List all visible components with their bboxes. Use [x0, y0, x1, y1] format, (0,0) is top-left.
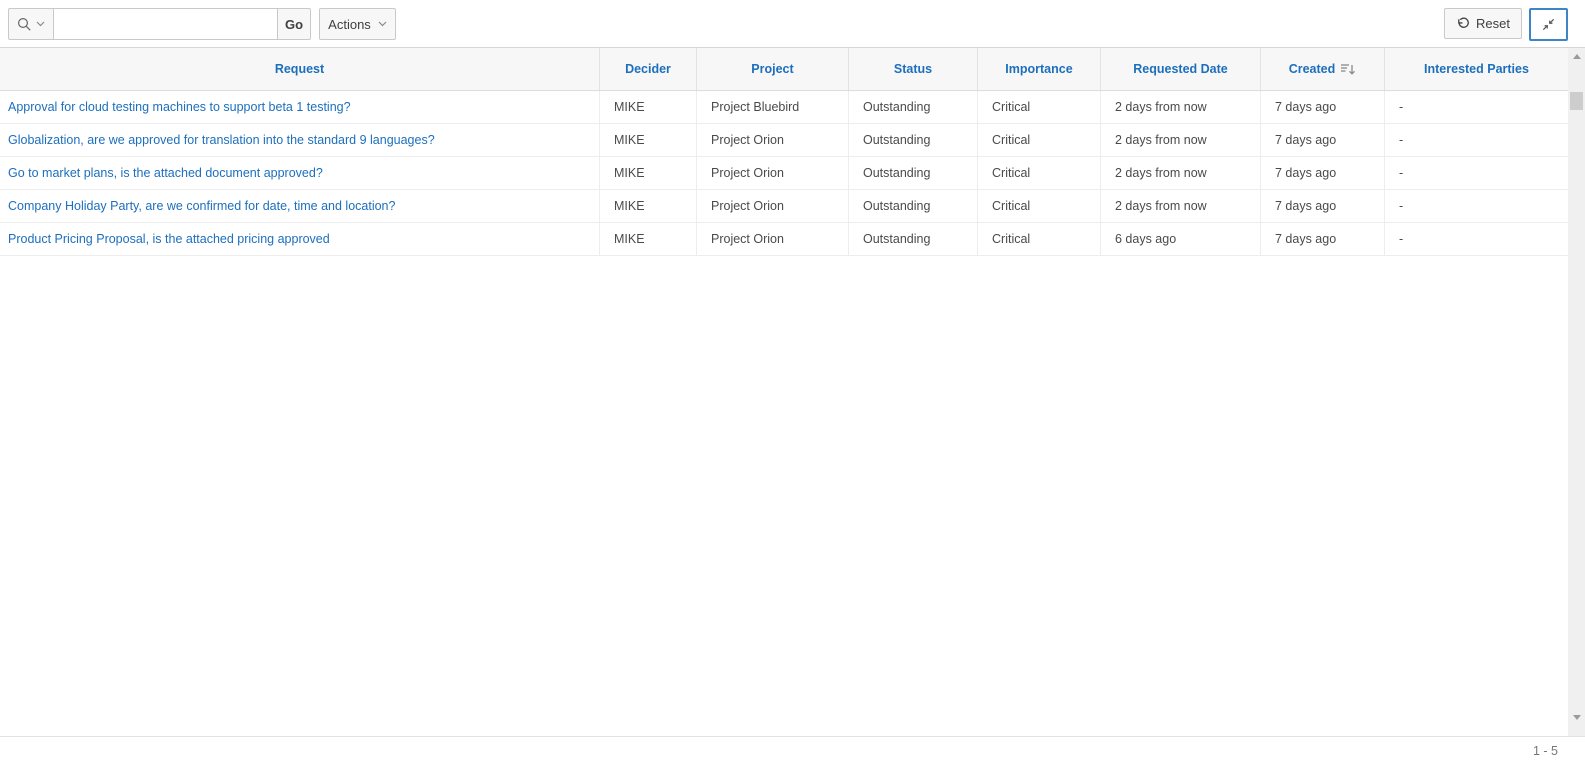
cell-requested_date: 2 days from now — [1101, 157, 1261, 190]
column-header-label: Status — [894, 62, 932, 76]
cell-interested_parties: - — [1385, 91, 1568, 124]
cell-project: Project Orion — [697, 190, 849, 223]
cell-created: 7 days ago — [1261, 190, 1385, 223]
table-body: Approval for cloud testing machines to s… — [0, 91, 1568, 256]
search-column-select-button[interactable] — [8, 8, 54, 40]
table-row: Company Holiday Party, are we confirmed … — [0, 190, 1568, 223]
column-header-created[interactable]: Created — [1261, 48, 1385, 90]
column-header-status[interactable]: Status — [849, 48, 978, 90]
cell-request: Globalization, are we approved for trans… — [0, 124, 600, 157]
cell-request: Company Holiday Party, are we confirmed … — [0, 190, 600, 223]
request-link[interactable]: Globalization, are we approved for trans… — [8, 133, 435, 147]
toolbar-right-group: Reset — [1444, 8, 1568, 41]
request-link[interactable]: Go to market plans, is the attached docu… — [8, 166, 323, 180]
column-header-label: Importance — [1005, 62, 1072, 76]
cell-created: 7 days ago — [1261, 124, 1385, 157]
cell-decider: MIKE — [600, 190, 697, 223]
request-link[interactable]: Company Holiday Party, are we confirmed … — [8, 199, 395, 213]
go-button[interactable]: Go — [277, 8, 311, 40]
cell-importance: Critical — [978, 157, 1101, 190]
column-header-label: Request — [275, 62, 324, 76]
table-row: Globalization, are we approved for trans… — [0, 124, 1568, 157]
scroll-down-arrow[interactable] — [1568, 709, 1585, 726]
column-header-requested_date[interactable]: Requested Date — [1101, 48, 1261, 90]
actions-button-label: Actions — [328, 17, 371, 32]
cell-requested_date: 2 days from now — [1101, 190, 1261, 223]
column-header-label: Decider — [625, 62, 671, 76]
cell-importance: Critical — [978, 91, 1101, 124]
column-header-label: Created — [1289, 62, 1336, 76]
search-input[interactable] — [54, 8, 278, 40]
cell-decider: MIKE — [600, 223, 697, 256]
cell-requested_date: 2 days from now — [1101, 91, 1261, 124]
chevron-down-icon — [378, 21, 387, 27]
cell-importance: Critical — [978, 223, 1101, 256]
request-link[interactable]: Approval for cloud testing machines to s… — [8, 100, 351, 114]
collapse-icon — [1541, 17, 1556, 32]
reset-button[interactable]: Reset — [1444, 8, 1522, 39]
restore-region-button[interactable] — [1529, 8, 1568, 41]
cell-importance: Critical — [978, 190, 1101, 223]
table-row: Go to market plans, is the attached docu… — [0, 157, 1568, 190]
cell-requested_date: 2 days from now — [1101, 124, 1261, 157]
table-row: Approval for cloud testing machines to s… — [0, 91, 1568, 124]
column-header-decider[interactable]: Decider — [600, 48, 697, 90]
cell-interested_parties: - — [1385, 190, 1568, 223]
cell-interested_parties: - — [1385, 157, 1568, 190]
scrollbar-thumb[interactable] — [1570, 92, 1583, 110]
column-header-interested_parties[interactable]: Interested Parties — [1385, 48, 1568, 90]
scroll-up-arrow[interactable] — [1568, 48, 1585, 65]
cell-interested_parties: - — [1385, 223, 1568, 256]
cell-interested_parties: - — [1385, 124, 1568, 157]
cell-decider: MIKE — [600, 91, 697, 124]
cell-project: Project Orion — [697, 157, 849, 190]
reset-button-label: Reset — [1476, 16, 1510, 31]
interactive-report-page: Go Actions Reset — [0, 0, 1585, 774]
report-footer: 1 - 5 — [0, 736, 1585, 774]
column-header-label: Project — [751, 62, 793, 76]
report-table: Request Decider Project Status Importance Req… — [0, 48, 1568, 256]
cell-decider: MIKE — [600, 124, 697, 157]
request-link[interactable]: Product Pricing Proposal, is the attache… — [8, 232, 330, 246]
cell-status: Outstanding — [849, 124, 978, 157]
column-header-label: Requested Date — [1133, 62, 1227, 76]
cell-importance: Critical — [978, 124, 1101, 157]
cell-request: Approval for cloud testing machines to s… — [0, 91, 600, 124]
actions-button[interactable]: Actions — [319, 8, 396, 40]
column-header-label: Interested Parties — [1424, 62, 1529, 76]
cell-project: Project Orion — [697, 124, 849, 157]
table-header-row: Request Decider Project Status Importance Req… — [0, 48, 1568, 91]
column-header-request[interactable]: Request — [0, 48, 600, 90]
magnifier-icon — [17, 17, 32, 32]
column-header-importance[interactable]: Importance — [978, 48, 1101, 90]
reset-icon — [1456, 17, 1470, 31]
search-toolbar: Go Actions Reset — [0, 0, 1585, 48]
cell-status: Outstanding — [849, 157, 978, 190]
vertical-scrollbar[interactable] — [1568, 48, 1585, 736]
cell-project: Project Orion — [697, 223, 849, 256]
cell-request: Go to market plans, is the attached docu… — [0, 157, 600, 190]
sort-descending-icon — [1340, 62, 1356, 76]
cell-created: 7 days ago — [1261, 223, 1385, 256]
search-group: Go — [8, 8, 311, 40]
column-header-project[interactable]: Project — [697, 48, 849, 90]
cell-created: 7 days ago — [1261, 91, 1385, 124]
cell-status: Outstanding — [849, 91, 978, 124]
cell-created: 7 days ago — [1261, 157, 1385, 190]
pagination-label: 1 - 5 — [1533, 744, 1558, 758]
cell-request: Product Pricing Proposal, is the attache… — [0, 223, 600, 256]
cell-status: Outstanding — [849, 190, 978, 223]
cell-requested_date: 6 days ago — [1101, 223, 1261, 256]
cell-status: Outstanding — [849, 223, 978, 256]
cell-project: Project Bluebird — [697, 91, 849, 124]
cell-decider: MIKE — [600, 157, 697, 190]
table-row: Product Pricing Proposal, is the attache… — [0, 223, 1568, 256]
chevron-down-icon — [36, 21, 45, 27]
